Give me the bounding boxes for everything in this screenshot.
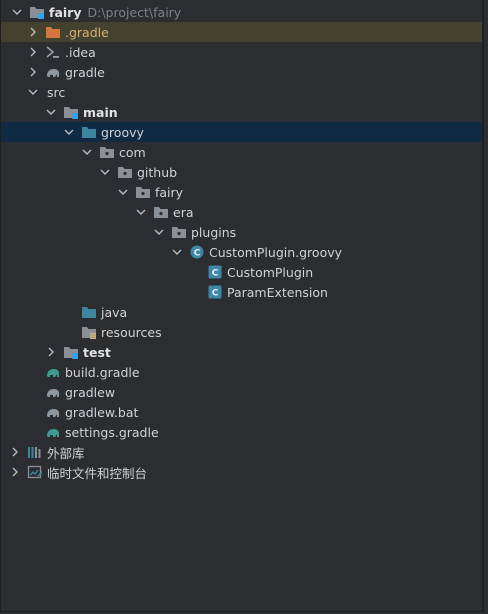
class-icon: C — [207, 264, 223, 280]
tree-item-label: gradlew.bat — [65, 404, 139, 420]
tree-row-paramextension-class[interactable]: C ParamExtension — [1, 282, 482, 302]
tree-row-gradle-hidden[interactable]: .gradle — [1, 22, 482, 42]
gradle-elephant-icon — [45, 404, 61, 420]
module-folder-icon — [63, 104, 79, 120]
package-icon — [135, 184, 151, 200]
tree-item-label: 临时文件和控制台 — [47, 465, 148, 481]
chevron-down-icon[interactable] — [45, 106, 57, 118]
chevron-down-icon[interactable] — [27, 86, 39, 98]
tree-item-label: .gradle — [65, 24, 109, 40]
tree-row-com[interactable]: com — [1, 142, 482, 162]
tree-item-label: java — [101, 304, 128, 320]
chevron-down-icon[interactable] — [11, 6, 23, 18]
folder-orange-icon — [45, 24, 61, 40]
package-icon — [171, 224, 187, 240]
tree-row-gradlew[interactable]: gradlew — [1, 382, 482, 402]
package-icon — [99, 144, 115, 160]
tree-item-label: ParamExtension — [227, 284, 328, 300]
project-path: D:\project\fairy — [87, 4, 182, 20]
tree-item-label: .idea — [65, 44, 96, 60]
tree-item-label: fairy — [155, 184, 184, 200]
tree-row-src[interactable]: src — [1, 82, 482, 102]
idea-folder-icon — [45, 44, 61, 60]
tree-item-label: settings.gradle — [65, 424, 159, 440]
svg-text:C: C — [212, 289, 219, 299]
tree-row-github[interactable]: github — [1, 162, 482, 182]
tree-item-label: CustomPlugin.groovy — [209, 244, 343, 260]
tree-row-scratches[interactable]: 临时文件和控制台 — [1, 462, 482, 482]
tree-row-era[interactable]: era — [1, 202, 482, 222]
gradle-elephant-icon — [45, 384, 61, 400]
groovy-file-icon: C — [189, 244, 205, 260]
tree-row-gradle[interactable]: gradle — [1, 62, 482, 82]
chevron-down-icon[interactable] — [153, 226, 165, 238]
resources-folder-icon — [81, 324, 97, 340]
tree-row-customplugin-groovy[interactable]: C CustomPlugin.groovy — [1, 242, 482, 262]
project-name: fairy — [49, 4, 82, 20]
tree-row-resources[interactable]: resources — [1, 322, 482, 342]
tree-row-external-libraries[interactable]: 外部库 — [1, 442, 482, 462]
package-icon — [117, 164, 133, 180]
tree-row-fairy[interactable]: fairy — [1, 182, 482, 202]
chevron-down-icon[interactable] — [63, 126, 75, 138]
tree-item-label: groovy — [101, 124, 144, 140]
tree-item-label: 外部库 — [47, 445, 85, 461]
svg-text:C: C — [194, 249, 201, 259]
source-folder-icon — [81, 304, 97, 320]
svg-text:C: C — [212, 269, 219, 279]
chevron-right-icon[interactable] — [27, 46, 39, 58]
tree-row-java[interactable]: java — [1, 302, 482, 322]
chevron-right-icon[interactable] — [45, 346, 57, 358]
tree-row-test[interactable]: test — [1, 342, 482, 362]
tree-item-label: build.gradle — [65, 364, 140, 380]
chevron-right-icon[interactable] — [27, 66, 39, 78]
class-icon: C — [207, 284, 223, 300]
tree-item-label: gradlew — [65, 384, 116, 400]
gradle-elephant-icon — [45, 424, 61, 440]
chevron-down-icon[interactable] — [135, 206, 147, 218]
package-icon — [153, 204, 169, 220]
chevron-down-icon[interactable] — [81, 146, 93, 158]
libraries-icon — [27, 444, 43, 460]
tree-row-build-gradle[interactable]: build.gradle — [1, 362, 482, 382]
tree-row-main[interactable]: main — [1, 102, 482, 122]
chevron-down-icon[interactable] — [117, 186, 129, 198]
chevron-down-icon[interactable] — [171, 246, 183, 258]
chevron-right-icon[interactable] — [9, 446, 21, 458]
tree-row-customplugin-class[interactable]: C CustomPlugin — [1, 262, 482, 282]
gradle-elephant-icon — [45, 64, 61, 80]
tree-item-label: main — [83, 104, 118, 120]
chevron-right-icon[interactable] — [27, 26, 39, 38]
project-tool-window: fairy D:\project\fairy .gradle .idea gra… — [0, 0, 484, 612]
tree-row-root[interactable]: fairy D:\project\fairy — [1, 2, 482, 22]
tree-item-label: resources — [101, 324, 162, 340]
chevron-right-icon[interactable] — [9, 466, 21, 478]
tree-item-label: plugins — [191, 224, 237, 240]
tree-item-label: gradle — [65, 64, 105, 80]
tree-row-plugins[interactable]: plugins — [1, 222, 482, 242]
tree-item-label: era — [173, 204, 194, 220]
tree-item-label: test — [83, 344, 111, 360]
gradle-elephant-icon — [45, 364, 61, 380]
module-folder-icon — [29, 4, 45, 20]
tree-row-settings-gradle[interactable]: settings.gradle — [1, 422, 482, 442]
scratches-icon — [27, 464, 43, 480]
tree-row-groovy[interactable]: groovy — [1, 122, 482, 142]
tree-row-idea[interactable]: .idea — [1, 42, 482, 62]
chevron-down-icon[interactable] — [99, 166, 111, 178]
module-folder-icon — [63, 344, 79, 360]
tree-item-label: CustomPlugin — [227, 264, 314, 280]
tree-item-label: com — [119, 144, 146, 160]
tree-row-gradlew-bat[interactable]: gradlew.bat — [1, 402, 482, 422]
tree-item-label: src — [47, 84, 66, 100]
tree-item-label: github — [137, 164, 178, 180]
source-folder-icon — [81, 124, 97, 140]
